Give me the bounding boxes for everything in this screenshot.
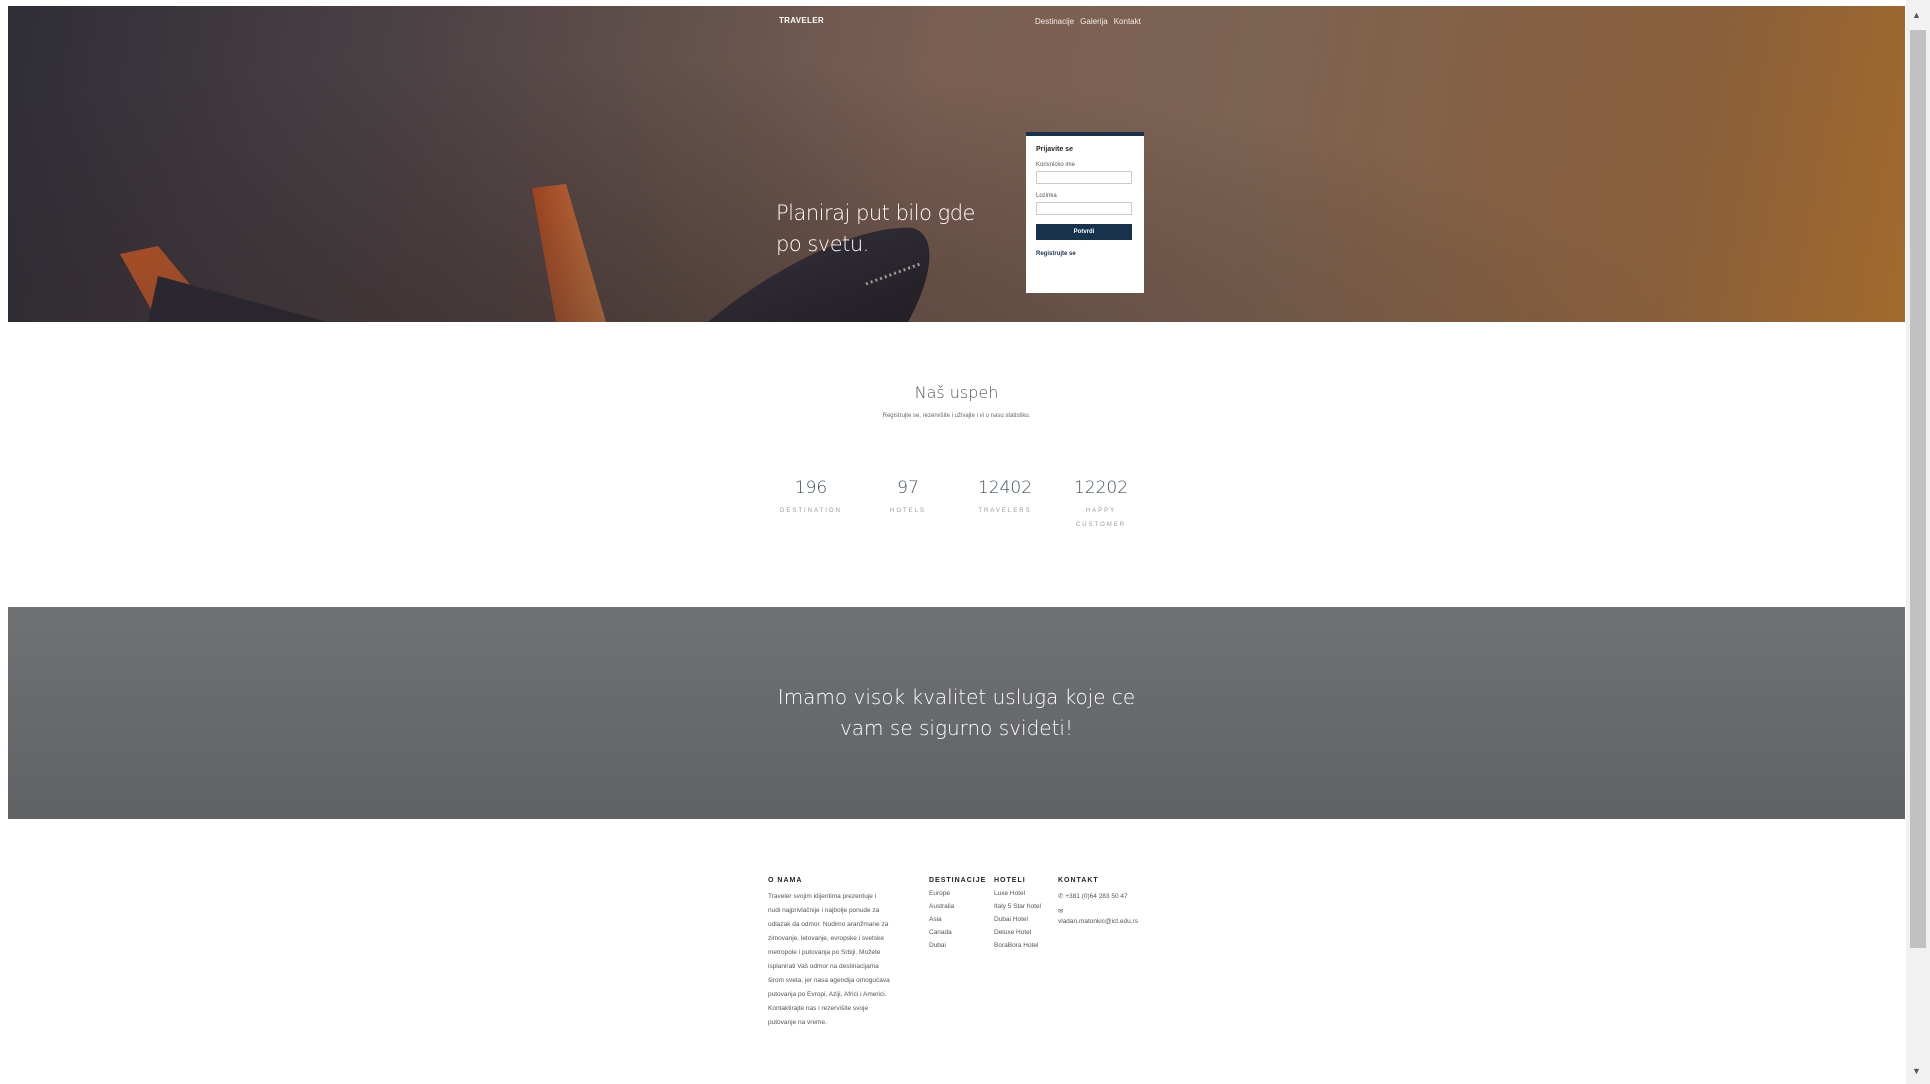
main-nav: Destinacije Galerija Kontakt: [1035, 17, 1141, 26]
stat-happy-customers: 12202 HAPPY CUSTOMER: [1061, 478, 1141, 532]
footer-hotel-link[interactable]: Dubai Hotel: [994, 916, 1046, 924]
footer-phone[interactable]: ✆ +381 (0)64 283 50 47: [1058, 890, 1136, 903]
footer-about-heading: O NAMA: [768, 877, 803, 884]
footer-phone-number: +381 (0)64 283 50 47: [1065, 893, 1128, 900]
quality-banner-label: Imamo visok kvalitet usluga koje ce vam …: [777, 685, 1136, 740]
nav-link-gallery[interactable]: Galerija: [1080, 17, 1108, 26]
login-form: Prijavite se Korisnicko ime Lozinka Potv…: [1026, 132, 1144, 293]
footer-email-address: vladan.matonkic@ict.edu.rs: [1058, 918, 1138, 925]
stat-value: 196: [794, 478, 828, 498]
nav-link-contact[interactable]: Kontakt: [1114, 17, 1141, 26]
footer-hotel-link[interactable]: Italy 5 Star hotel: [994, 903, 1046, 911]
footer-about: O NAMA Traveler svojim klijentima prezen…: [768, 877, 890, 1030]
stat-label: TRAVELERS: [978, 508, 1032, 514]
register-link[interactable]: Registrujte se: [1036, 251, 1134, 257]
footer-destination-link[interactable]: Europe: [929, 890, 991, 898]
footer-hotel-link[interactable]: BoraBora Hotel: [994, 942, 1046, 950]
footer-email[interactable]: ✉ vladan.matonkic@ict.edu.rs: [1058, 907, 1168, 927]
footer-hotel-link[interactable]: Deluxe Hotel: [994, 929, 1046, 937]
footer-destinations-heading: DESTINACIJE: [929, 877, 987, 884]
stat-value: 12202: [1073, 478, 1129, 498]
stat-value: 97: [897, 478, 919, 498]
stat-destinations: 196 DESTINATION: [771, 478, 851, 518]
brand-logo[interactable]: TRAVELER: [779, 16, 824, 25]
quality-banner: Imamo visok kvalitet usluga koje ce vam …: [8, 607, 1905, 819]
stat-value: 12402: [977, 478, 1033, 498]
footer-destination-link[interactable]: Asia: [929, 916, 991, 924]
login-title: Prijavite se: [1036, 146, 1073, 153]
scroll-up-arrow-icon[interactable]: ▲: [1912, 10, 1921, 20]
footer-destination-link[interactable]: Canada: [929, 929, 991, 937]
stat-label: DESTINATION: [780, 508, 842, 514]
scroll-down-arrow-icon[interactable]: ▼: [1912, 1066, 1921, 1076]
hero-title: Planiraj put bilo gde po svetu.: [776, 201, 975, 256]
footer-hotel-link[interactable]: Luxe Hotel: [994, 890, 1046, 898]
email-icon: ✉: [1058, 908, 1064, 915]
submit-button[interactable]: Potvrdi: [1036, 224, 1132, 240]
password-label: Lozinka: [1036, 193, 1057, 199]
stat-travelers: 12402 TRAVELERS: [965, 478, 1045, 518]
footer-destinations: DESTINACIJE Europe Australia Asia Canada…: [929, 877, 991, 955]
nav-link-destinations[interactable]: Destinacije: [1035, 17, 1074, 26]
password-input[interactable]: [1036, 202, 1132, 215]
username-input[interactable]: [1036, 171, 1132, 184]
footer-destination-link[interactable]: Dubai: [929, 942, 991, 950]
stat-label: HAPPY CUSTOMER: [1075, 508, 1127, 528]
footer-destination-link[interactable]: Australia: [929, 903, 991, 911]
stat-hotels: 97 HOTELS: [868, 478, 948, 518]
footer-hotels-heading: HOTELI: [994, 877, 1026, 884]
footer-contact: KONTAKT ✆ +381 (0)64 283 50 47 ✉ vladan.…: [1058, 877, 1168, 927]
scrollbar-thumb[interactable]: [1910, 30, 1926, 948]
footer-about-text: Traveler svojim klijentima prezentuje i …: [768, 893, 890, 1026]
success-subtitle: Registrujte se, rezervišite i uživajte i…: [882, 413, 1031, 419]
stat-label: HOTELS: [889, 508, 926, 514]
footer-contact-heading: KONTAKT: [1058, 877, 1099, 884]
page-scrollbar[interactable]: ▲ ▼: [1906, 0, 1930, 1084]
footer-hotels: HOTELI Luxe Hotel Italy 5 Star hotel Dub…: [994, 877, 1046, 955]
username-label: Korisnicko ime: [1036, 162, 1076, 168]
quality-banner-text: Imamo visok kvalitet usluga koje ce vam …: [8, 682, 1905, 744]
hero-section: TRAVELER Destinacije Galerija Kontakt Pl…: [8, 6, 1905, 322]
success-title: Naš uspeh: [914, 383, 999, 402]
